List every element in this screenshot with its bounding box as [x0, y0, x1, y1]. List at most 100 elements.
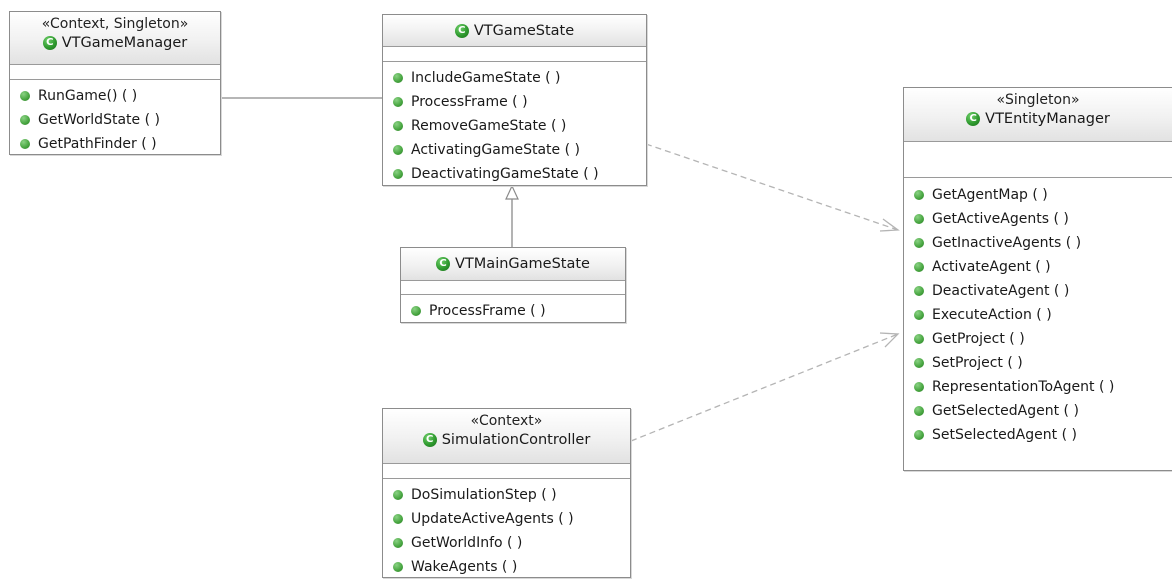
operation-label: DeactivatingGameState ( ): [411, 166, 599, 182]
operation-item[interactable]: GetProject ( ): [914, 327, 1172, 351]
public-method-icon: [914, 334, 924, 344]
dependency-arrowhead-simulation: [879, 332, 900, 348]
operation-label: GetWorldState ( ): [38, 112, 160, 128]
operation-item[interactable]: DeactivatingGameState ( ): [393, 162, 646, 186]
operation-label: GetWorldInfo ( ): [411, 535, 523, 551]
operation-label: ExecuteAction ( ): [932, 307, 1052, 323]
operation-label: IncludeGameState ( ): [411, 70, 561, 86]
class-vtentitymanager[interactable]: «Singleton» C VTEntityManager GetAgentMa…: [903, 87, 1172, 471]
operation-item[interactable]: SetSelectedAgent ( ): [914, 423, 1172, 447]
public-method-icon: [393, 73, 403, 83]
class-name: VTMainGameState: [455, 256, 590, 272]
public-method-icon: [914, 286, 924, 296]
operation-label: GetSelectedAgent ( ): [932, 403, 1079, 419]
attributes-compartment: [904, 142, 1172, 178]
operations-list: DoSimulationStep ( ) UpdateActiveAgents …: [383, 479, 630, 579]
operation-label: DeactivateAgent ( ): [932, 283, 1070, 299]
class-vtmaingamestate[interactable]: C VTMainGameState ProcessFrame ( ): [400, 247, 626, 323]
public-method-icon: [914, 310, 924, 320]
operations-list: RunGame() ( ) GetWorldState ( ) GetPathF…: [10, 80, 220, 156]
operation-label: ProcessFrame ( ): [429, 303, 546, 319]
operation-item[interactable]: RemoveGameState ( ): [393, 114, 646, 138]
public-method-icon: [914, 262, 924, 272]
operation-item[interactable]: UpdateActiveAgents ( ): [393, 507, 630, 531]
class-name: VTGameManager: [61, 35, 188, 51]
class-simulationcontroller[interactable]: «Context» C SimulationController DoSimul…: [382, 408, 631, 578]
operation-label: SetProject ( ): [932, 355, 1023, 371]
public-method-icon: [393, 145, 403, 155]
operation-item[interactable]: GetPathFinder ( ): [20, 132, 220, 156]
class-header: «Context» C SimulationController: [383, 409, 630, 464]
operation-item[interactable]: ProcessFrame ( ): [393, 90, 646, 114]
public-method-icon: [20, 139, 30, 149]
operation-item[interactable]: RunGame() ( ): [20, 84, 220, 108]
public-method-icon: [393, 514, 403, 524]
public-method-icon: [393, 490, 403, 500]
operations-list: ProcessFrame ( ): [401, 295, 625, 323]
public-method-icon: [914, 406, 924, 416]
class-title: C VTGameState: [383, 21, 646, 41]
class-icon: C: [422, 433, 437, 447]
operation-item[interactable]: GetActiveAgents ( ): [914, 207, 1172, 231]
class-header: C VTMainGameState: [401, 248, 625, 281]
operation-label: UpdateActiveAgents ( ): [411, 511, 574, 527]
operation-item[interactable]: GetSelectedAgent ( ): [914, 399, 1172, 423]
class-icon: C: [454, 24, 469, 38]
stereotype-label: «Context»: [470, 413, 543, 429]
operation-item[interactable]: IncludeGameState ( ): [393, 66, 646, 90]
attributes-compartment: [10, 65, 220, 80]
class-name: SimulationController: [441, 432, 591, 448]
operation-label: GetProject ( ): [932, 331, 1025, 347]
operation-item[interactable]: RepresentationToAgent ( ): [914, 375, 1172, 399]
public-method-icon: [411, 306, 421, 316]
public-method-icon: [914, 382, 924, 392]
class-vtgamemanager[interactable]: «Context, Singleton» C VTGameManager Run…: [9, 11, 221, 155]
class-title: C VTMainGameState: [401, 254, 625, 274]
class-title: C VTEntityManager: [904, 109, 1172, 129]
public-method-icon: [393, 97, 403, 107]
public-method-icon: [914, 430, 924, 440]
operation-item[interactable]: GetAgentMap ( ): [914, 183, 1172, 207]
dependency-line-simulation: [630, 333, 899, 442]
operation-label: ActivatingGameState ( ): [411, 142, 580, 158]
dependency-line-gamestate: [645, 143, 899, 231]
operation-item[interactable]: ActivatingGameState ( ): [393, 138, 646, 162]
operation-item[interactable]: WakeAgents ( ): [393, 555, 630, 579]
public-method-icon: [393, 538, 403, 548]
class-vtgamestate[interactable]: C VTGameState IncludeGameState ( ) Proce…: [382, 14, 647, 186]
public-method-icon: [393, 121, 403, 131]
operation-item[interactable]: DoSimulationStep ( ): [393, 483, 630, 507]
operations-list: IncludeGameState ( ) ProcessFrame ( ) Re…: [383, 62, 646, 186]
class-name: VTEntityManager: [985, 111, 1110, 127]
operation-item[interactable]: ActivateAgent ( ): [914, 255, 1172, 279]
public-method-icon: [914, 358, 924, 368]
operation-label: ActivateAgent ( ): [932, 259, 1051, 275]
class-header: «Context, Singleton» C VTGameManager: [10, 12, 220, 65]
operation-item[interactable]: GetWorldState ( ): [20, 108, 220, 132]
operation-item[interactable]: DeactivateAgent ( ): [914, 279, 1172, 303]
operation-item[interactable]: ExecuteAction ( ): [914, 303, 1172, 327]
attributes-compartment: [383, 47, 646, 62]
operations-list: GetAgentMap ( ) GetActiveAgents ( ) GetI…: [904, 178, 1172, 447]
operation-item[interactable]: SetProject ( ): [914, 351, 1172, 375]
operation-label: SetSelectedAgent ( ): [932, 427, 1077, 443]
public-method-icon: [914, 190, 924, 200]
stereotype-label: «Context, Singleton»: [41, 16, 189, 32]
operation-label: RepresentationToAgent ( ): [932, 379, 1115, 395]
class-header: C VTGameState: [383, 15, 646, 47]
class-header: «Singleton» C VTEntityManager: [904, 88, 1172, 142]
operation-label: ProcessFrame ( ): [411, 94, 528, 110]
public-method-icon: [20, 115, 30, 125]
operation-label: GetAgentMap ( ): [932, 187, 1048, 203]
public-method-icon: [914, 238, 924, 248]
operation-label: GetInactiveAgents ( ): [932, 235, 1082, 251]
operation-item[interactable]: GetWorldInfo ( ): [393, 531, 630, 555]
operation-item[interactable]: GetInactiveAgents ( ): [914, 231, 1172, 255]
class-icon: C: [436, 257, 451, 271]
operation-label: RunGame() ( ): [38, 88, 138, 104]
class-title: C SimulationController: [383, 430, 630, 450]
stereotype-label: «Singleton»: [996, 92, 1080, 108]
operation-item[interactable]: ProcessFrame ( ): [411, 299, 625, 323]
attributes-compartment: [383, 464, 630, 479]
operation-label: RemoveGameState ( ): [411, 118, 567, 134]
